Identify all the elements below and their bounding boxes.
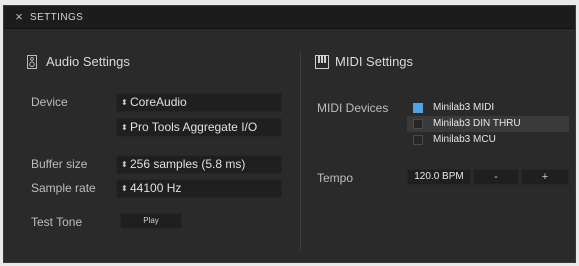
buffer-size-value: 256 samples (5.8 ms)	[130, 157, 246, 171]
midi-device-minilab3-mcu[interactable]: Minilab3 MCU	[407, 132, 569, 148]
midi-device-name: Minilab3 MCU	[433, 134, 496, 145]
device-label: Device	[31, 95, 68, 109]
title-bar: × SETTINGS	[4, 6, 575, 29]
tempo-label: Tempo	[317, 171, 354, 185]
select-arrows-icon: ⬍	[121, 123, 128, 132]
device2-value: Pro Tools Aggregate I/O	[130, 120, 258, 134]
device-value: CoreAudio	[130, 95, 187, 109]
close-icon[interactable]: ×	[12, 10, 26, 24]
select-arrows-icon: ⬍	[121, 98, 128, 107]
midi-devices-list: Minilab3 MIDI Minilab3 DIN THRU Minilab3…	[407, 100, 569, 148]
checkbox-unchecked[interactable]	[413, 119, 423, 129]
select-arrows-icon: ⬍	[121, 184, 128, 193]
window-title: SETTINGS	[30, 12, 84, 23]
midi-device-name: Minilab3 MIDI	[433, 102, 495, 113]
buffer-size-select[interactable]: ⬍ 256 samples (5.8 ms)	[116, 155, 282, 174]
play-button[interactable]: Play	[120, 213, 182, 229]
select-arrows-icon: ⬍	[121, 160, 128, 169]
sample-rate-value: 44100 Hz	[130, 181, 182, 195]
midi-device-name: Minilab3 DIN THRU	[433, 118, 521, 129]
midi-device-minilab3-midi[interactable]: Minilab3 MIDI	[407, 100, 569, 116]
audio-settings-title: Audio Settings	[46, 54, 130, 69]
device2-select[interactable]: ⬍ Pro Tools Aggregate I/O	[116, 118, 282, 137]
device-select[interactable]: ⬍ CoreAudio	[116, 93, 282, 112]
tempo-increase-button[interactable]: +	[521, 169, 569, 185]
section-divider	[300, 51, 301, 251]
checkbox-unchecked[interactable]	[413, 135, 423, 145]
midi-settings-title: MIDI Settings	[335, 54, 414, 69]
buffer-size-label: Buffer size	[31, 157, 88, 171]
test-tone-label: Test Tone	[31, 215, 83, 229]
tempo-value[interactable]: 120.0 BPM	[407, 169, 471, 185]
sample-rate-select[interactable]: ⬍ 44100 Hz	[116, 179, 282, 198]
checkbox-checked[interactable]	[413, 103, 423, 113]
midi-devices-label: MIDI Devices	[317, 101, 389, 115]
midi-device-minilab3-din-thru[interactable]: Minilab3 DIN THRU	[407, 116, 569, 132]
sample-rate-label: Sample rate	[31, 181, 96, 195]
piano-keys-icon	[315, 55, 329, 69]
settings-window: × SETTINGS Audio Settings Device ⬍ CoreAu…	[3, 5, 576, 263]
speaker-icon	[27, 55, 37, 69]
tempo-decrease-button[interactable]: -	[473, 169, 519, 185]
